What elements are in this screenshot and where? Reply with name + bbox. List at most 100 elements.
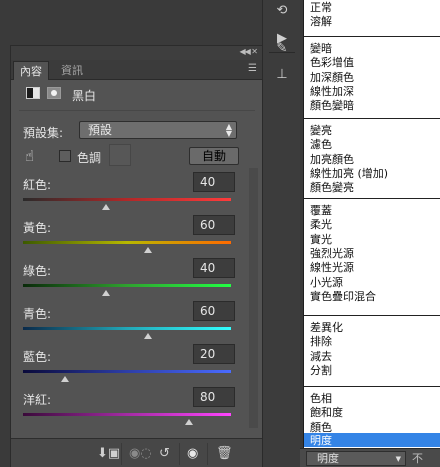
blend-mode-item[interactable]: 飽和度 <box>310 406 343 419</box>
slider-label: 青色: <box>23 307 52 321</box>
slider-value-input[interactable]: 40 <box>193 258 235 278</box>
blend-mode-item[interactable]: 強烈光源 <box>310 247 354 260</box>
blend-mode-select[interactable]: 明度 ▼ <box>306 451 406 466</box>
tint-checkbox[interactable] <box>59 150 71 162</box>
blend-mode-item[interactable]: 變亮 <box>310 124 332 137</box>
panel-collapse-bar[interactable]: ◀◀ ✕ <box>11 46 263 60</box>
blend-mode-item[interactable]: 變暗 <box>310 42 332 55</box>
slider-thumb[interactable] <box>143 247 152 253</box>
blend-mode-item[interactable]: 色彩增值 <box>310 56 354 69</box>
panel-menu-icon[interactable]: ☰ <box>248 63 257 74</box>
black-white-adjustment-icon[interactable] <box>26 87 40 99</box>
blend-mode-bar: 明度 ▼ 不 <box>300 448 440 467</box>
blend-mode-item[interactable]: 加亮顏色 <box>310 153 354 166</box>
blend-mode-item[interactable]: 排除 <box>310 335 332 348</box>
blend-mode-item[interactable]: 線性加亮 (增加) <box>310 167 388 180</box>
view-previous-icon[interactable]: ◉◌ <box>129 445 152 463</box>
auto-button[interactable]: 自動 <box>189 147 239 165</box>
layer-mask-icon[interactable] <box>47 87 61 99</box>
slider-track[interactable] <box>23 241 231 244</box>
hand-target-icon[interactable]: ☝ <box>25 147 41 165</box>
blend-mode-item[interactable]: 減去 <box>310 350 332 363</box>
blend-mode-item[interactable]: 濾色 <box>310 138 332 151</box>
blend-mode-item[interactable]: 實色疊印混合 <box>310 290 376 303</box>
slider-row: 洋紅: 80 <box>11 387 263 427</box>
slider-row: 黃色: 60 <box>11 215 263 255</box>
slider-track[interactable] <box>23 284 231 287</box>
blend-mode-item[interactable]: 線性加深 <box>310 85 354 98</box>
slider-track[interactable] <box>23 327 231 330</box>
blend-mode-item[interactable]: 加深顏色 <box>310 71 354 84</box>
slider-value-input[interactable]: 40 <box>193 172 235 192</box>
trash-icon[interactable]: 🗑 <box>216 445 233 463</box>
panel-scrollbar[interactable] <box>249 168 258 428</box>
blend-mode-item[interactable]: 顏色變暗 <box>310 99 354 112</box>
reset-icon[interactable]: ↺ <box>159 445 170 463</box>
tint-color-swatch[interactable] <box>109 144 131 166</box>
preset-select[interactable]: 預設 ▲ ▼ <box>79 121 237 139</box>
brush-icon[interactable]: ✎ <box>273 40 291 58</box>
slider-label: 洋紅: <box>23 393 52 407</box>
tab-info[interactable]: 資訊 <box>55 61 89 80</box>
adjustment-title: 黑白 <box>72 89 97 103</box>
slider-label: 藍色: <box>23 350 52 364</box>
updown-arrows-icon: ▲ ▼ <box>225 122 232 138</box>
blend-mode-item[interactable]: 覆蓋 <box>310 204 332 217</box>
slider-value-input[interactable]: 60 <box>193 215 235 235</box>
blend-mode-value: 明度 <box>317 452 339 465</box>
blend-mode-item[interactable]: 色相 <box>310 392 332 405</box>
slider-label: 綠色: <box>23 264 52 278</box>
menu-divider <box>304 198 440 199</box>
preset-label: 預設集: <box>23 126 64 140</box>
panel-tab-bar: 內容 資訊 ☰ <box>11 60 263 80</box>
blend-mode-item[interactable]: 分割 <box>310 364 332 377</box>
slider-value-input[interactable]: 60 <box>193 301 235 321</box>
blend-mode-item[interactable]: 小光源 <box>310 276 343 289</box>
slider-track[interactable] <box>23 370 231 373</box>
chevron-down-icon: ▼ <box>395 455 401 463</box>
blend-mode-item[interactable]: 正常 <box>310 1 332 14</box>
blend-mode-item[interactable]: 顏色 <box>310 421 332 434</box>
tint-label: 色調 <box>77 151 102 165</box>
blend-mode-item[interactable]: 溶解 <box>310 15 332 28</box>
slider-value-input[interactable]: 20 <box>193 344 235 364</box>
menu-divider <box>304 36 440 37</box>
header-divider <box>19 110 255 111</box>
slider-track[interactable] <box>23 198 231 201</box>
slider-thumb[interactable] <box>143 333 152 339</box>
slider-thumb[interactable] <box>102 290 111 296</box>
slider-track[interactable] <box>23 413 231 416</box>
menu-divider <box>304 386 440 387</box>
slider-row: 藍色: 20 <box>11 344 263 384</box>
blend-mode-item[interactable]: 差異化 <box>310 321 343 334</box>
blend-mode-item[interactable]: 線性光源 <box>310 261 354 274</box>
blend-mode-item[interactable]: 柔光 <box>310 218 332 231</box>
tool-strip: ⟲ ▶ ✎ ⊥ <box>262 0 300 467</box>
menu-divider <box>304 315 440 316</box>
slider-thumb[interactable] <box>102 204 111 210</box>
footer-divider <box>121 443 122 465</box>
history-icon[interactable]: ⟲ <box>273 2 291 20</box>
slider-label: 黃色: <box>23 221 52 235</box>
blend-mode-item[interactable]: 實光 <box>310 233 332 246</box>
blend-mode-item[interactable]: 顏色變亮 <box>310 181 354 194</box>
slider-value-input[interactable]: 80 <box>193 387 235 407</box>
opacity-label: 不 <box>412 452 423 465</box>
tab-properties[interactable]: 內容 <box>13 61 49 80</box>
clip-to-layer-icon[interactable]: ⬇▣ <box>97 445 120 463</box>
preset-select-value: 預設 <box>88 123 113 137</box>
footer-divider <box>179 443 180 465</box>
menu-divider <box>304 118 440 119</box>
slider-thumb[interactable] <box>60 376 69 382</box>
panel-footer: ⬇▣ ◉◌ ↺ ◉ 🗑 <box>11 438 263 467</box>
slider-row: 青色: 60 <box>11 301 263 341</box>
eye-icon[interactable]: ◉ <box>187 445 198 463</box>
slider-label: 紅色: <box>23 178 52 192</box>
collapse-icon[interactable]: ◀◀ ✕ <box>239 47 258 56</box>
stamp-icon[interactable]: ⊥ <box>273 66 291 84</box>
properties-panel: ◀◀ ✕ 內容 資訊 ☰ 黑白 預設集: 預設 ▲ ▼ ☝ 色調 自動 紅色: 40… <box>10 45 263 467</box>
slider-thumb[interactable] <box>185 419 194 425</box>
blend-mode-selected-item[interactable]: 明度 <box>310 434 332 447</box>
footer-divider <box>207 443 208 465</box>
slider-row: 綠色: 40 <box>11 258 263 298</box>
